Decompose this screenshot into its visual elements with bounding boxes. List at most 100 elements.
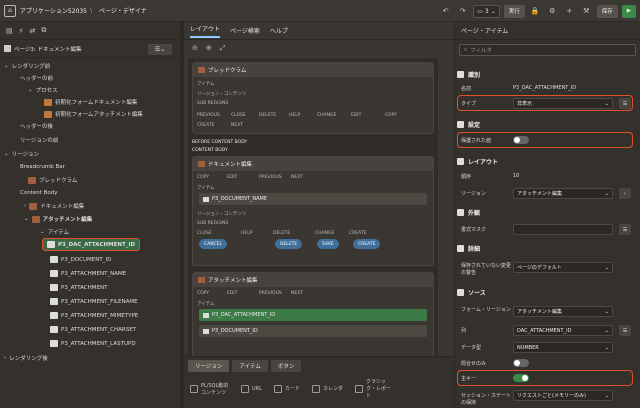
tree-node[interactable]: ヘッダーの後 xyxy=(20,122,53,130)
warn-unsaved-select[interactable]: ページのデフォルト ⌄ xyxy=(513,262,613,273)
redo-icon[interactable]: ↷ xyxy=(456,5,469,18)
tree-node[interactable]: 初期化フォームドキュメント編集 xyxy=(44,98,137,106)
tree-node[interactable]: P3_ATTACHMENT_LASTUPD xyxy=(50,340,136,347)
list-icon[interactable]: ☰ xyxy=(619,224,631,235)
save-button[interactable]: SAVE xyxy=(317,239,339,249)
component-calendar[interactable]: カレンダ xyxy=(311,378,343,399)
shared-components-icon[interactable]: ⧉ xyxy=(41,26,46,35)
tree-node[interactable]: P3_ATTACHMENT xyxy=(50,284,107,291)
tree-node[interactable]: P3_ATTACHMENT_CHARSET xyxy=(50,326,136,333)
component-classic-report[interactable]: クラシック・レポート xyxy=(354,378,394,399)
tree-node[interactable]: P3_ATTACHMENT_FILENAME xyxy=(50,298,138,305)
processing-icon[interactable]: ⇄ xyxy=(30,27,36,35)
button-position: EDIT xyxy=(351,113,362,118)
name-value[interactable]: P3_DAC_ATTACHMENT_ID xyxy=(513,85,576,91)
name-label: 名前 xyxy=(461,86,472,92)
tree-node[interactable]: ⌄ アイテム xyxy=(40,228,69,236)
tree-node[interactable]: ⌄ リージョン xyxy=(4,150,39,158)
dynamic-actions-icon[interactable]: ⚡ xyxy=(19,27,24,35)
tab-items[interactable]: アイテム xyxy=(232,360,268,372)
component-plsql[interactable]: PL/SQL動的コンテンツ xyxy=(190,378,229,399)
plus-icon[interactable]: + xyxy=(563,5,576,18)
tree-node-selected[interactable]: P3_DAC_ATTACHMENT_ID xyxy=(42,238,141,251)
tab-page-search[interactable]: ページ検索 xyxy=(230,26,260,35)
cancel-button[interactable]: CANCEL xyxy=(199,239,228,249)
section-source[interactable]: ソース xyxy=(457,288,637,297)
app-name-link[interactable]: アプリケーション52035 xyxy=(20,6,87,15)
list-icon[interactable]: ☰ xyxy=(619,325,631,336)
component-cards[interactable]: カード xyxy=(273,378,300,399)
tree-node[interactable]: リージョンの前 xyxy=(20,136,58,144)
undo-icon[interactable]: ↶ xyxy=(439,5,452,18)
form-region-select[interactable]: アタッチメント編集 ⌄ xyxy=(513,306,613,317)
button-position: CHANGE xyxy=(317,113,337,118)
item-icon xyxy=(50,340,58,347)
section-identification[interactable]: 識別 xyxy=(457,70,637,79)
create-button[interactable]: CREATE xyxy=(353,239,381,249)
page-designer-title: ページ・デザイナ xyxy=(99,8,147,15)
run-button[interactable]: 実行 xyxy=(503,4,525,18)
section-appearance[interactable]: 外観 xyxy=(457,208,637,217)
tree-node[interactable]: › レンダリング後 xyxy=(4,354,48,362)
region-select[interactable]: アタッチメント編集 ⌄ xyxy=(513,188,613,199)
document-region-box[interactable]: ドキュメント編集 COPY EDIT PREVIOUS NEXT アイテム P3… xyxy=(192,156,434,266)
tree-node[interactable]: ⌄ レンダリング前 xyxy=(4,62,50,70)
utilities-icon[interactable]: ⚒ xyxy=(580,5,593,18)
tab-help[interactable]: ヘルプ xyxy=(270,26,288,35)
zoom-in-icon[interactable]: ⊕ xyxy=(206,44,212,52)
chevron-right-icon[interactable]: › xyxy=(619,188,631,199)
tab-layout[interactable]: レイアウト xyxy=(190,24,221,38)
tree-node[interactable]: › ドキュメント編集 xyxy=(24,202,84,210)
save-button[interactable]: 保存 xyxy=(596,4,618,18)
run-page-button[interactable]: ▶ xyxy=(621,4,636,18)
datatype-select[interactable]: NUMBER ⌄ xyxy=(513,342,613,353)
section-advanced[interactable]: 詳細 xyxy=(457,244,637,253)
tree-node[interactable]: P3_ATTACHMENT_NAME xyxy=(50,270,126,277)
protected-toggle[interactable] xyxy=(513,136,529,144)
list-icon[interactable]: ☰ xyxy=(619,98,631,109)
tree-node[interactable]: Breadcrumb Bar xyxy=(20,164,65,170)
session-state-select[interactable]: リクエストごと(メモリーのみ) ⌄ xyxy=(513,390,613,401)
tree-node[interactable]: ヘッダーの前 xyxy=(20,74,53,82)
delete-button[interactable]: DELETE xyxy=(275,239,303,249)
region-title: ブレッドクラム xyxy=(193,63,433,77)
item-row[interactable]: P3_DOCUMENT_NAME xyxy=(199,193,427,205)
item-row[interactable]: P3_DOCUMENT_ID xyxy=(199,325,427,337)
tree-node[interactable]: Content Body xyxy=(20,190,58,196)
query-only-toggle[interactable] xyxy=(513,359,529,367)
query-only-label: 問合せのみ xyxy=(461,361,487,367)
component-url[interactable]: URL xyxy=(241,378,262,399)
zoom-out-icon[interactable]: ⊖ xyxy=(192,44,198,52)
page-label[interactable]: ページ3: ドキュメント編集 xyxy=(14,45,82,53)
filter-input[interactable]: ⌕ フィルタ xyxy=(459,44,636,56)
team-icon[interactable]: ⚙ xyxy=(546,5,559,18)
tree-node[interactable]: ⌄ アタッチメント編集 xyxy=(24,215,92,223)
primary-key-toggle[interactable] xyxy=(513,374,529,382)
button-position: EDIT xyxy=(227,175,238,180)
chevron-down-icon: ⌄ xyxy=(490,7,496,15)
expand-icon[interactable]: ⤢ xyxy=(220,44,226,53)
lock-icon[interactable]: 🔒 xyxy=(529,5,542,18)
button-position: PREVIOUS xyxy=(259,175,282,180)
type-select[interactable]: 非表示 ⌄ xyxy=(513,98,613,109)
tree-node[interactable]: ⌄ プロセス xyxy=(28,86,58,94)
tree-node[interactable]: P3_DOCUMENT_ID xyxy=(50,256,111,263)
page-selector[interactable]: ▭ 3 ⌄ xyxy=(473,4,500,18)
tab-regions[interactable]: リージョン xyxy=(188,360,230,372)
center-tabs: レイアウト ページ検索 ヘルプ xyxy=(184,22,454,40)
tree-node[interactable]: ブレッドクラム xyxy=(28,176,77,184)
item-row-selected[interactable]: P3_DAC_ATTACHMENT_ID xyxy=(199,309,427,321)
app-logo-icon[interactable]: ⌂ xyxy=(4,4,16,17)
sequence-value[interactable]: 10 xyxy=(513,173,519,179)
tab-buttons[interactable]: ボタン xyxy=(270,360,302,372)
tree-menu-button[interactable]: ☰⌄ xyxy=(148,44,172,55)
breadcrumb-region-box[interactable]: ブレッドクラム アイテム リージョン・コンテンツ SUB REGIONS PRE… xyxy=(192,62,434,134)
tree-node[interactable]: P3_ATTACHMENT_MIMETYPE xyxy=(50,312,138,319)
column-select[interactable]: DAC_ATTACHMENT_ID ⌄ xyxy=(513,325,613,336)
format-mask-input[interactable] xyxy=(513,224,613,235)
tree-node[interactable]: 初期化フォームアタッチメント編集 xyxy=(44,110,143,118)
rendering-tab-icon[interactable]: ▤ xyxy=(6,27,13,35)
section-layout[interactable]: レイアウト xyxy=(457,157,637,166)
section-settings[interactable]: 設定 xyxy=(457,120,637,129)
section-icon xyxy=(457,209,464,216)
